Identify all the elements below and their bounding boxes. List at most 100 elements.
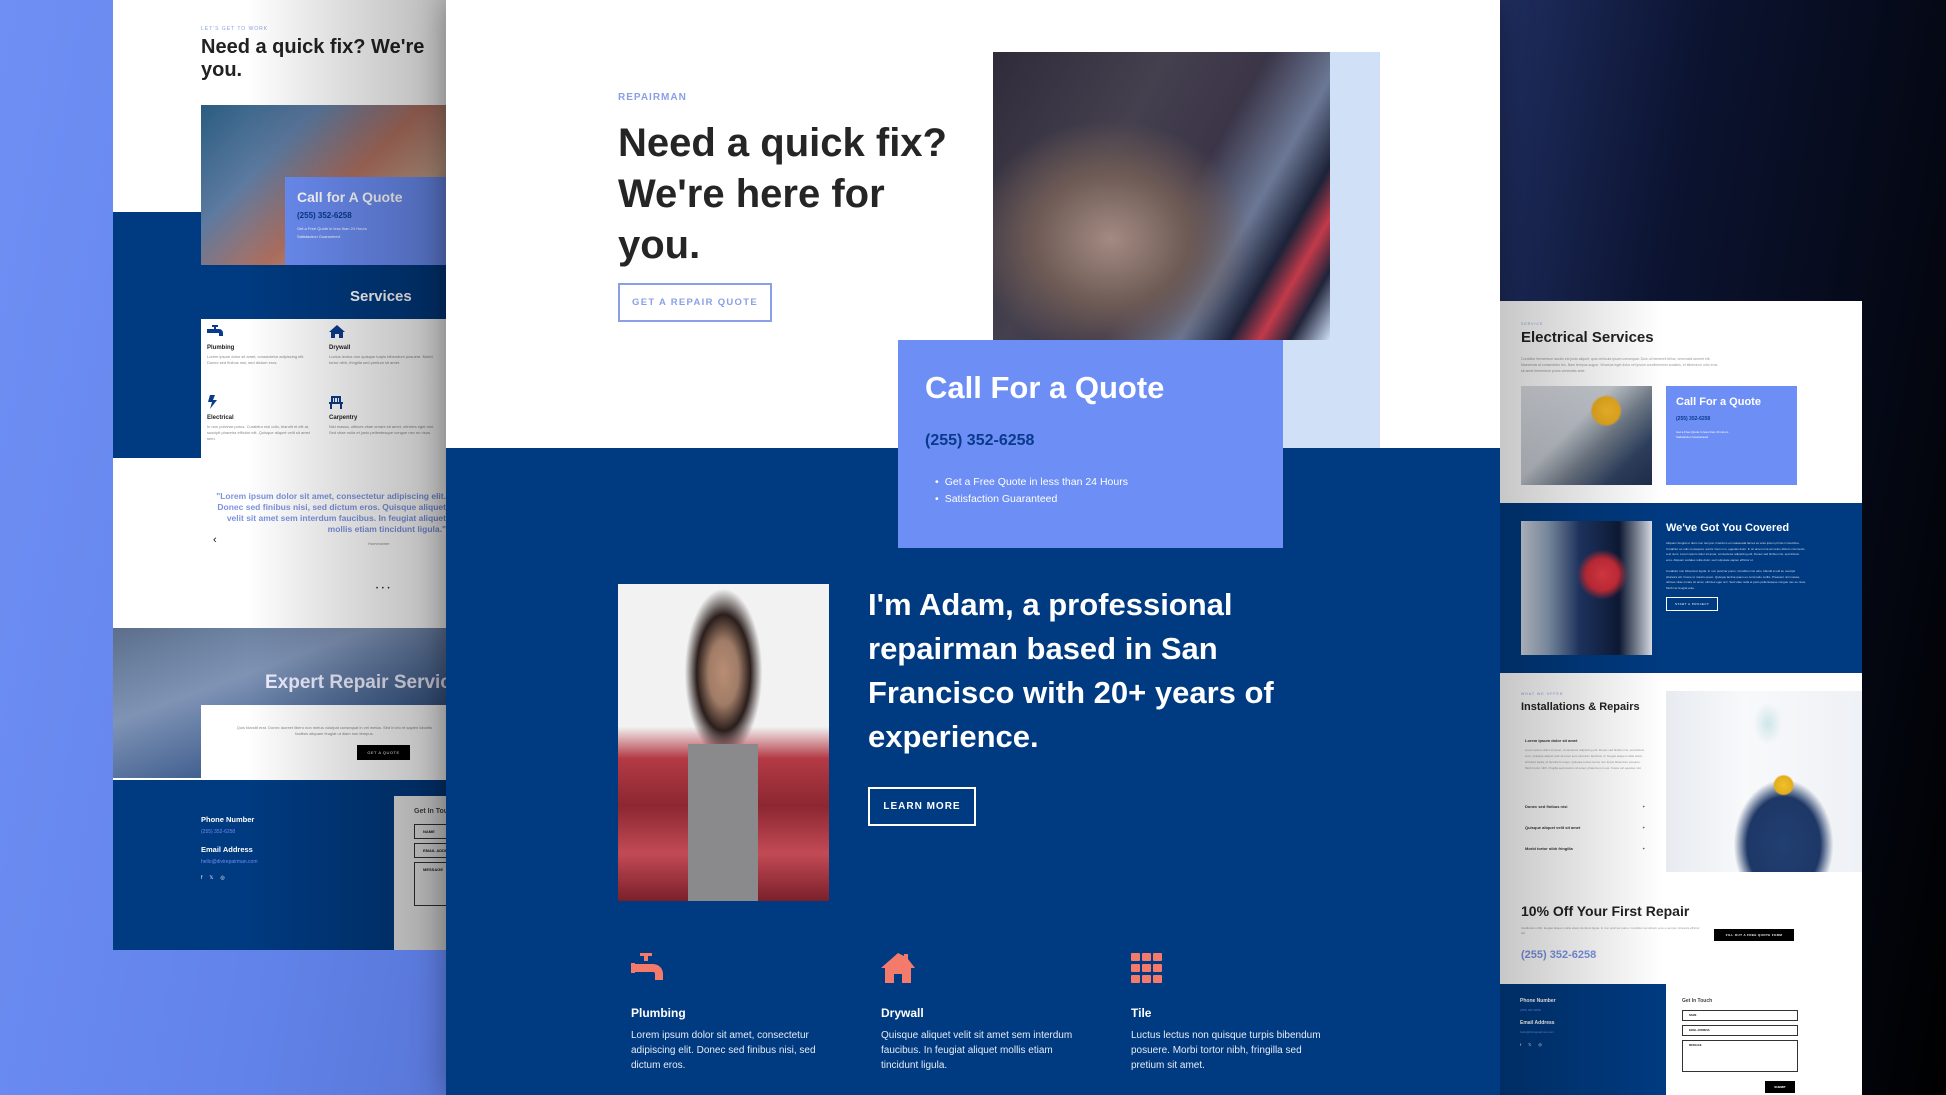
- faucet-icon: [207, 325, 223, 339]
- free-quote-form-button[interactable]: FILL OUT A FREE QUOTE FORM: [1714, 929, 1794, 941]
- message-field[interactable]: MESSAGE: [1682, 1040, 1798, 1072]
- electrician-image: [1521, 386, 1652, 485]
- instagram-icon[interactable]: ◎: [220, 875, 224, 881]
- house-icon: [881, 953, 915, 985]
- page-desc: Curabitur fermentum iaculis est justo al…: [1521, 357, 1718, 373]
- quote-bullet: Satisfaction Guaranteed: [297, 234, 340, 239]
- carousel-prev-button[interactable]: ‹: [213, 534, 217, 546]
- quote-card-title: Call For a Quote: [925, 370, 1165, 405]
- faucet-icon: [631, 953, 665, 985]
- social-links: f 𝕏 ◎: [1520, 1042, 1646, 1047]
- message-field[interactable]: MESSAGE: [414, 862, 446, 906]
- worker-image: [1666, 691, 1862, 872]
- quote-card-phone[interactable]: (255) 352-6258: [925, 432, 1256, 450]
- right-page-preview: SERVICE Electrical Services Curabitur fe…: [1500, 301, 1862, 1095]
- x-icon[interactable]: 𝕏: [209, 875, 213, 881]
- quote-bullets: Get a Free Quote in less than 24 Hours S…: [925, 474, 1256, 508]
- quote-card-phone[interactable]: (255) 352-6258: [297, 211, 434, 220]
- facebook-icon[interactable]: f: [1520, 1042, 1521, 1047]
- portrait-image: [618, 584, 829, 901]
- quote-bullet: Satisfaction Guaranteed: [935, 491, 1256, 508]
- covered-desc: Curabitur non bibendum ligula. In non pu…: [1666, 569, 1806, 590]
- feature-desc: Lorem ipsum dolor sit amet, consectetur …: [631, 1030, 816, 1071]
- submit-button[interactable]: SUBMIT: [1765, 1081, 1795, 1093]
- accordion-item[interactable]: Quisque aliquet velit sit amet +: [1525, 825, 1645, 830]
- service-item: Carpentry Nisl massa, ultrices vitae orn…: [329, 395, 439, 436]
- email-link[interactable]: hello@divirepairman.com: [1520, 1030, 1646, 1034]
- testimonial-author: Homeowner: [368, 541, 390, 546]
- quote-card: Call for A Quote (255) 352-6258 Get a Fr…: [285, 177, 446, 265]
- instagram-icon[interactable]: ◎: [1538, 1042, 1542, 1047]
- promo-phone[interactable]: (255) 352-6258: [1521, 949, 1596, 961]
- name-field[interactable]: NAME: [414, 824, 446, 839]
- eyebrow-label: WHAT WE OFFER: [1521, 692, 1564, 696]
- plus-icon: +: [1642, 846, 1645, 851]
- email-field[interactable]: EMAIL ADDRESS: [414, 843, 446, 858]
- service-desc: Lorem ipsum dolor sit amet, consectetur …: [207, 354, 305, 365]
- feature-name: Drywall: [881, 1006, 924, 1020]
- expert-heading: Expert Repair Services: [265, 672, 446, 693]
- email-label: Email Address: [1520, 1020, 1555, 1026]
- service-desc: In non pulvinar purus. Curabitur nisi od…: [207, 424, 310, 441]
- quote-bullet: Get a Free Quote in less than 24 Hours: [297, 226, 367, 231]
- left-page-preview: LET'S GET TO WORK Need a quick fix? We'r…: [113, 0, 446, 950]
- phone-link[interactable]: (255) 352-6258: [1520, 1008, 1646, 1012]
- service-desc: Nisl massa, ultrices vitae ornare sit am…: [329, 424, 435, 435]
- social-links: f 𝕏 ◎: [201, 875, 258, 881]
- quote-bullet: Get a Free Quote in less than 24 Hours: [935, 474, 1256, 491]
- learn-more-button[interactable]: LEARN MORE: [868, 787, 976, 826]
- start-project-button[interactable]: START A PROJECT: [1666, 597, 1719, 611]
- eyebrow-label: REPAIRMAN: [618, 92, 687, 103]
- accordion-title: Donec sed finibus nisi: [1525, 804, 1568, 809]
- feature-name: Plumbing: [631, 1006, 686, 1020]
- facebook-icon[interactable]: f: [201, 875, 202, 881]
- quote-bullet: Satisfaction Guaranteed: [1676, 435, 1709, 439]
- covered-block: We've Got You Covered Aliquam feugiat ut…: [1666, 521, 1806, 611]
- phone-link[interactable]: (255) 352-6258: [201, 829, 258, 835]
- quote-card: Call For a Quote (255) 352-6258 Get a Fr…: [1666, 386, 1797, 485]
- x-icon[interactable]: 𝕏: [1528, 1042, 1531, 1047]
- contact-form: Get In Touch NAME EMAIL ADDRESS MESSAGE: [394, 796, 446, 950]
- services-heading: Services: [350, 288, 412, 305]
- footer-contact: Phone Number (255) 352-6258 Email Addres…: [1500, 984, 1666, 1095]
- feature-desc: Luctus lectus non quisque turpis bibendu…: [1131, 1030, 1321, 1071]
- plus-icon: +: [1642, 804, 1645, 809]
- feature-item: Drywall Quisque aliquet velit sit amet s…: [881, 953, 1081, 1073]
- name-field[interactable]: NAME: [1682, 1010, 1798, 1021]
- service-name: Electrical: [207, 415, 234, 421]
- get-quote-button[interactable]: GET A QUOTE: [357, 745, 410, 760]
- about-heading: I'm Adam, a professional repairman based…: [868, 587, 1274, 754]
- email-label: Email Address: [201, 845, 253, 854]
- plus-icon: +: [1642, 825, 1645, 830]
- service-item: Electrical In non pulvinar purus. Curabi…: [207, 395, 317, 442]
- accordion-item[interactable]: Donec sed finibus nisi +: [1525, 804, 1645, 809]
- phone-label: Phone Number: [201, 815, 255, 824]
- feature-desc: Quisque aliquet velit sit amet sem inter…: [881, 1030, 1073, 1071]
- form-title: Get In Touch: [1682, 998, 1713, 1004]
- main-page-preview: REPAIRMAN Need a quick fix? We're here f…: [446, 0, 1500, 1095]
- get-repair-quote-button[interactable]: GET A REPAIR QUOTE: [618, 283, 772, 322]
- accordion-title: Morbi tortor nibh fringilla: [1525, 846, 1573, 851]
- contact-form: Get In Touch NAME EMAIL ADDRESS MESSAGE …: [1666, 984, 1862, 1095]
- form-title: Get In Touch: [414, 808, 446, 815]
- chair-icon: [329, 395, 345, 409]
- multimeter-image: [1521, 521, 1652, 655]
- covered-desc: Aliquam feugiat ut diam non tempus. Inte…: [1666, 541, 1805, 562]
- accordion-item[interactable]: Morbi tortor nibh fringilla +: [1525, 846, 1645, 851]
- accordion-open-title[interactable]: Lorem ipsum dolor sit amet: [1525, 738, 1577, 743]
- tile-grid-icon: [1131, 953, 1165, 985]
- quote-card-phone[interactable]: (255) 352-6258: [1676, 416, 1787, 422]
- hero-title: Need a quick fix? We're you.: [201, 36, 424, 82]
- tool-belt-image: [993, 52, 1330, 340]
- house-icon: [329, 325, 345, 339]
- hero-title-line: Need a quick fix? We're: [201, 36, 425, 58]
- testimonial-text: "Lorem ipsum dolor sit amet, consectetur…: [216, 491, 446, 534]
- promo-heading: 10% Off Your First Repair: [1521, 903, 1690, 919]
- email-field[interactable]: EMAIL ADDRESS: [1682, 1025, 1798, 1036]
- feature-item: Tile Luctus lectus non quisque turpis bi…: [1131, 953, 1331, 1073]
- service-name: Drywall: [329, 345, 351, 351]
- expert-card: Quis blandit erat. Donec laoreet libero …: [201, 705, 446, 780]
- feature-item: Plumbing Lorem ipsum dolor sit amet, con…: [631, 953, 831, 1073]
- email-link[interactable]: hello@divirepairman.com: [201, 859, 258, 865]
- carousel-dots[interactable]: • • •: [376, 586, 391, 592]
